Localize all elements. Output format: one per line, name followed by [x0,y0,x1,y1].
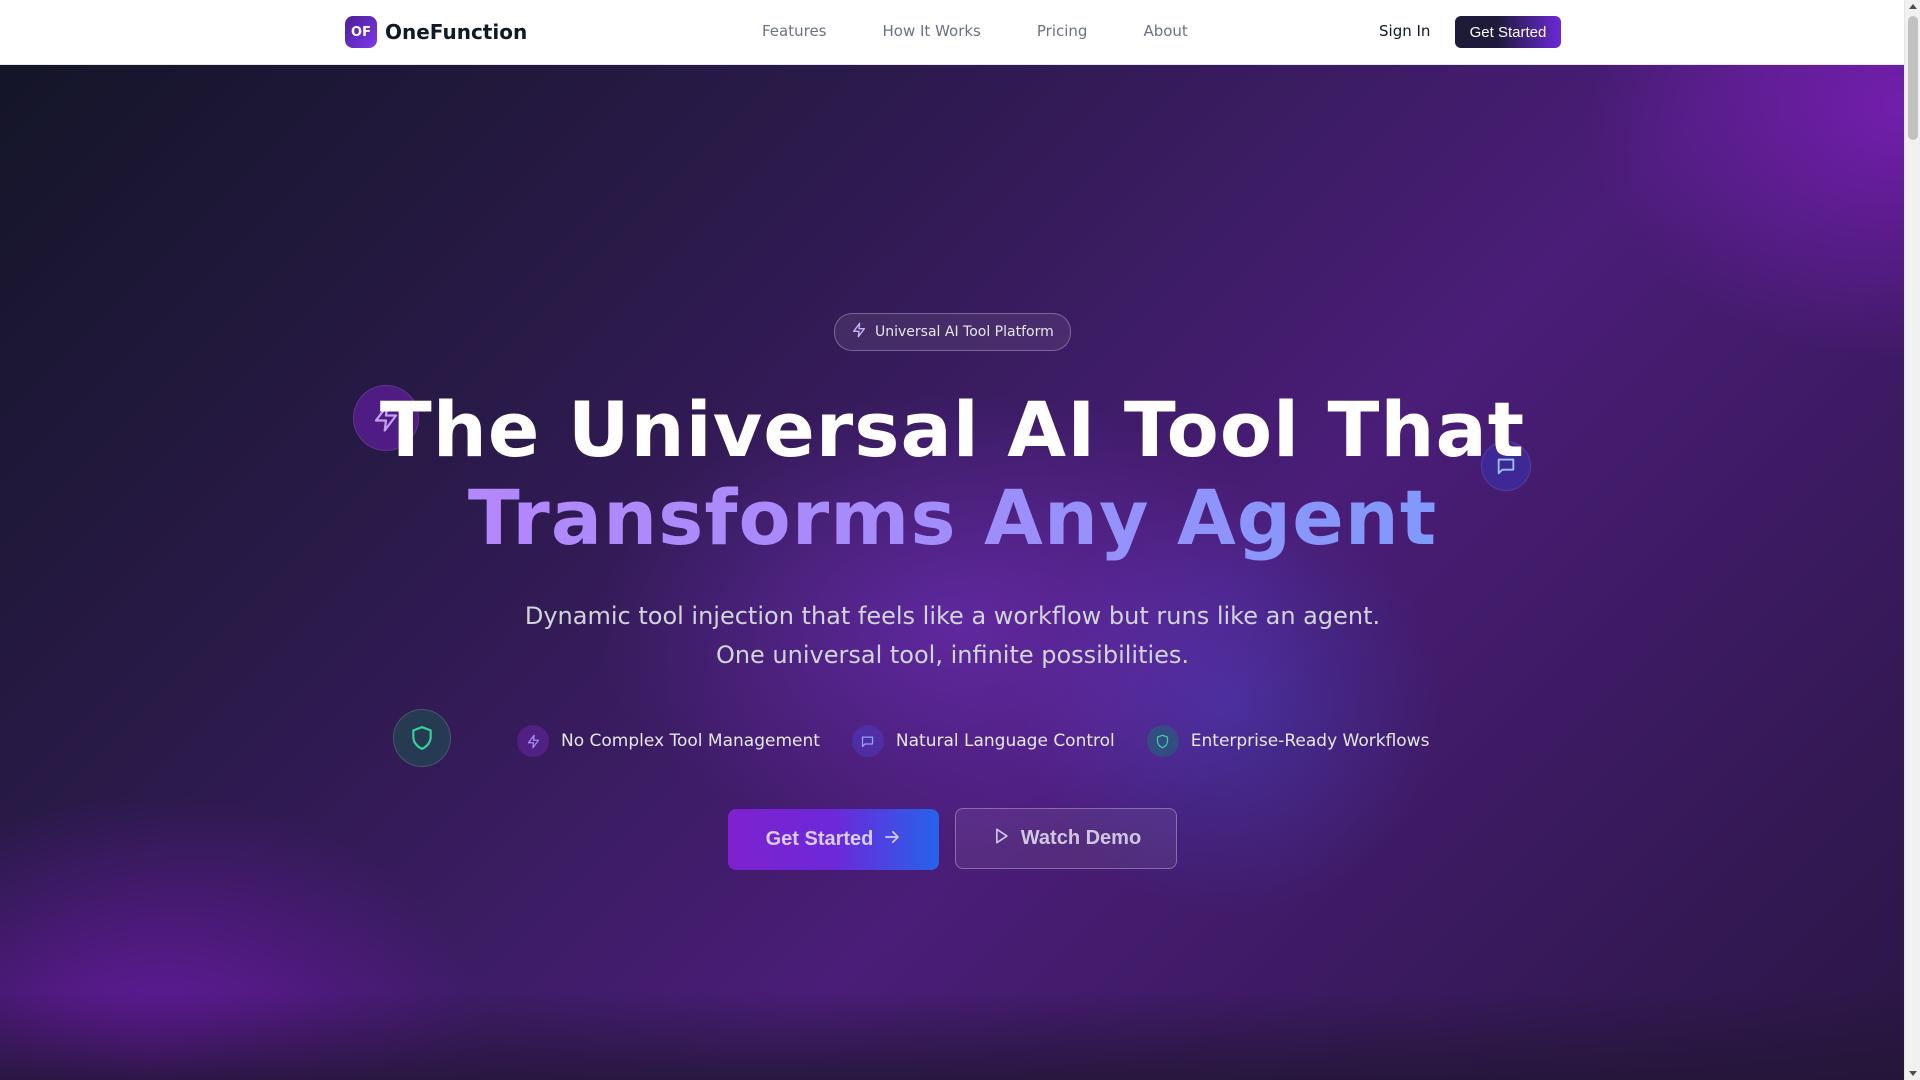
hero-title-line-2: Transforms Any Agent [0,473,1905,562]
platform-badge: Universal AI Tool Platform [834,313,1071,351]
scroll-down-arrow-icon[interactable] [1909,1071,1917,1076]
bolt-icon [851,322,867,342]
brand-mark-icon: OF [345,16,377,48]
nav-link-pricing[interactable]: Pricing [1037,22,1088,40]
watch-demo-label: Watch Demo [1020,827,1142,849]
feature-label: No Complex Tool Management [561,731,820,751]
nav-link-how-it-works[interactable]: How It Works [883,22,981,40]
hero-subtitle-line-2: One universal tool, infinite possibiliti… [715,641,1190,669]
floating-shield-icon [393,709,451,767]
scrollbar-thumb[interactable] [1908,16,1918,140]
main-nav: Features How It Works Pricing About [762,22,1188,40]
bolt-icon [517,725,549,757]
platform-badge-label: Universal AI Tool Platform [875,324,1054,340]
nav-link-about[interactable]: About [1143,22,1187,40]
top-nav-bar: OF OneFunction Features How It Works Pri… [0,0,1905,65]
hero-title-line-1: The Universal AI Tool That [379,385,1526,474]
feature-label: Natural Language Control [895,731,1115,751]
feature-label: Enterprise-Ready Workflows [1190,731,1430,751]
get-started-button[interactable]: Get Started [728,809,939,870]
nav-link-features[interactable]: Features [762,22,827,40]
scroll-up-arrow-icon[interactable] [1909,4,1917,9]
header-get-started-button[interactable]: Get Started [1455,16,1561,48]
watch-demo-button[interactable]: Watch Demo [955,808,1177,869]
brand-logo-link[interactable]: OF OneFunction [345,16,527,48]
brand-name: OneFunction [385,20,528,44]
hero-subtitle-line-1: Dynamic tool injection that feels like a… [524,602,1381,630]
chat-icon [851,725,884,757]
shield-icon [1146,725,1179,757]
arrow-right-icon [883,828,901,852]
hero-bottom-fade [0,990,1905,1080]
feature-item: Natural Language Control [851,725,1115,757]
sign-in-link[interactable]: Sign In [1379,22,1430,40]
feature-item: Enterprise-Ready Workflows [1146,725,1430,757]
feature-highlights: No Complex Tool Management Natural Langu… [517,725,1429,757]
page-scrollbar[interactable] [1904,0,1920,1080]
feature-item: No Complex Tool Management [517,725,820,757]
play-icon [991,826,1011,852]
hero-section: Universal AI Tool Platform The Universal… [0,65,1905,1080]
get-started-label: Get Started [765,828,874,850]
